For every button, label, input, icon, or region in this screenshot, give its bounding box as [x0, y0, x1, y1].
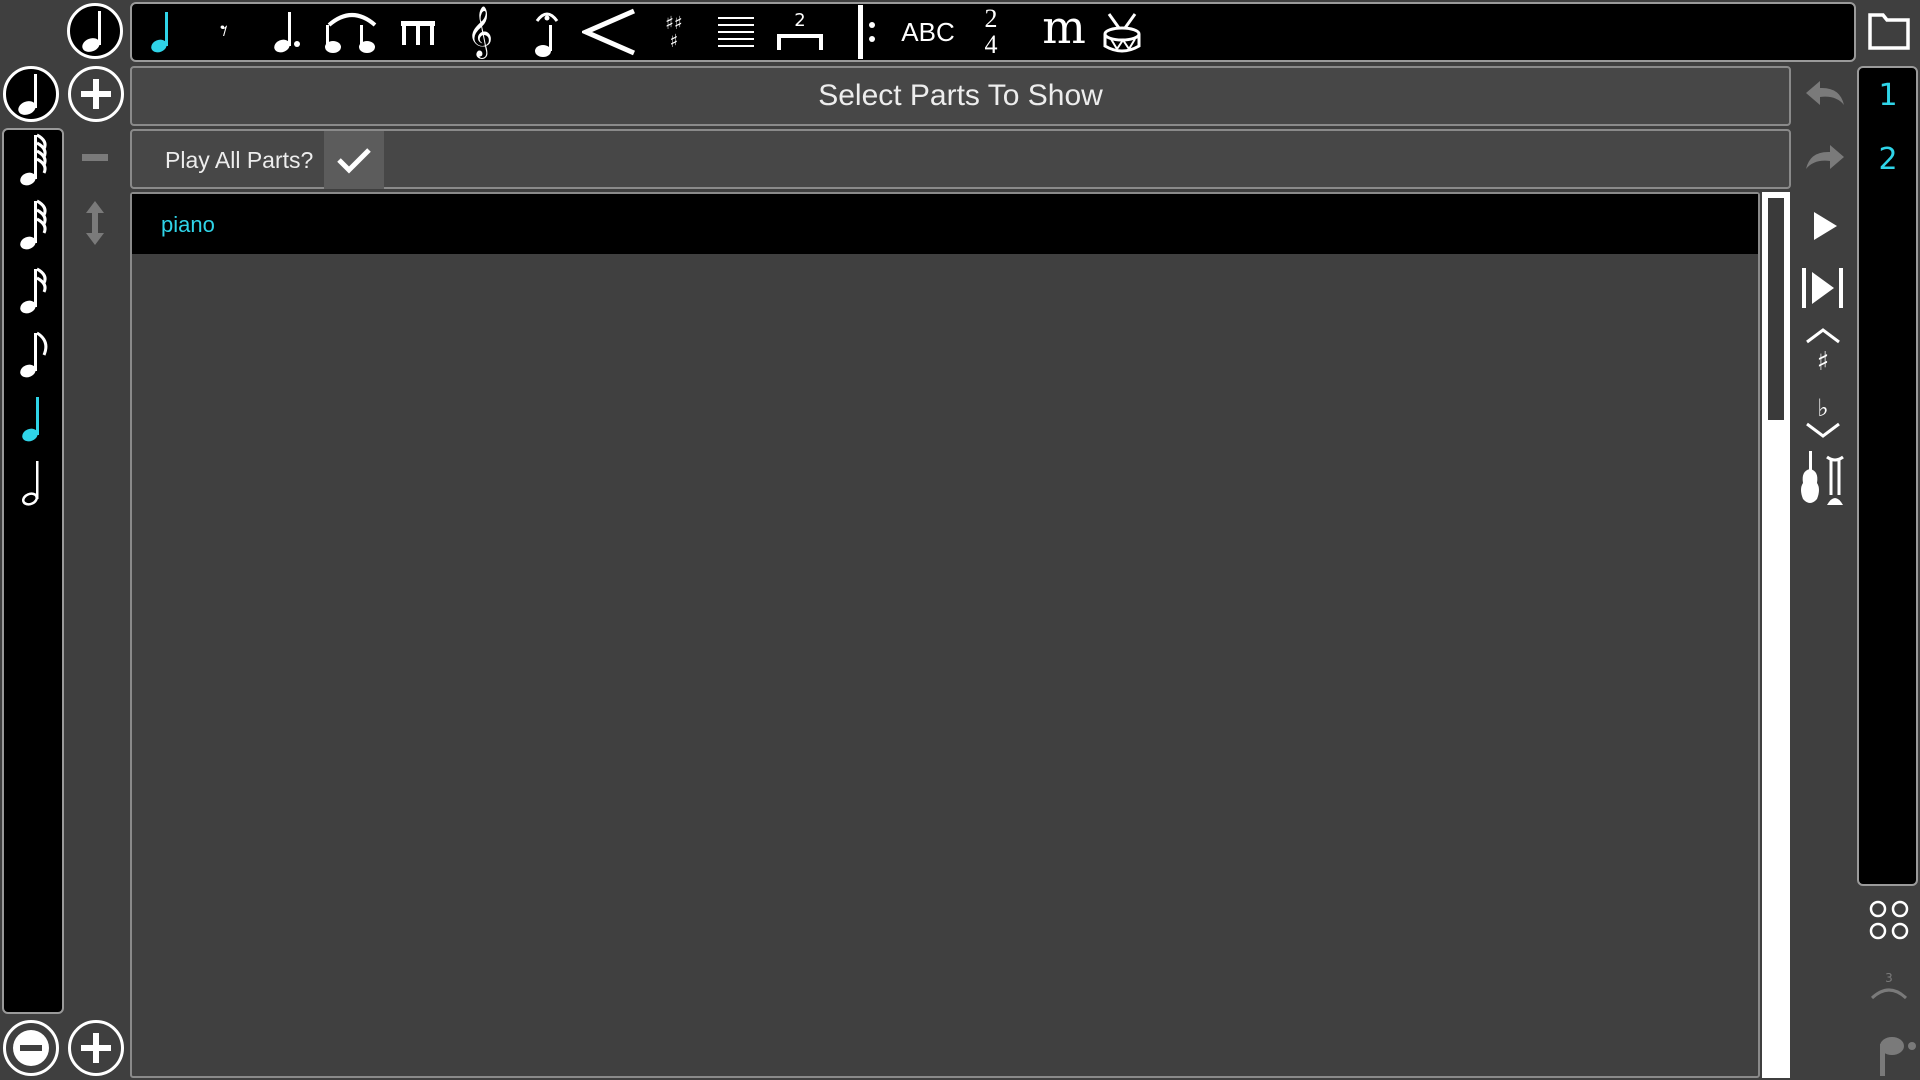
play-all-label: Play All Parts?: [165, 147, 314, 173]
dynamics-tool-button[interactable]: m: [1034, 2, 1094, 52]
open-file-button[interactable]: [1864, 6, 1914, 56]
key-signature-tool-icon[interactable]: ♯♯ ♯: [654, 6, 694, 60]
play-all-row: Play All Parts?: [130, 129, 1791, 189]
play-icon: [1814, 212, 1837, 240]
part-item-piano[interactable]: piano: [132, 194, 1758, 254]
zoom-out-button[interactable]: [3, 1020, 59, 1076]
thirty-second-note-icon[interactable]: [12, 196, 56, 252]
dotted-quarter-button[interactable]: [1874, 1028, 1920, 1078]
folder-icon: [1868, 13, 1910, 50]
play-from-start-button[interactable]: [1798, 264, 1848, 312]
selected-duration-button[interactable]: [3, 66, 59, 122]
dynamics-label: m: [1042, 0, 1086, 54]
redo-icon: [1806, 145, 1844, 169]
sixty-fourth-note-icon[interactable]: [12, 132, 56, 188]
current-duration-button[interactable]: [67, 3, 123, 59]
vertical-resize-icon[interactable]: [82, 200, 108, 246]
svg-text:♭: ♭: [1817, 394, 1828, 422]
page-number-label: 1: [1878, 78, 1898, 113]
part-name: piano: [161, 212, 215, 237]
quarter-note-tool-icon[interactable]: [142, 8, 182, 56]
slur-icon: [1870, 988, 1908, 1000]
sixteenth-note-icon[interactable]: [12, 260, 56, 316]
time-signature-tool[interactable]: 2 4: [976, 2, 1006, 62]
beam-tool-icon[interactable]: [396, 10, 440, 54]
triplet-label: 3: [1885, 971, 1893, 985]
page-number-1[interactable]: 1: [1860, 74, 1916, 118]
plus-icon: [81, 79, 111, 109]
repeat-barline-tool-icon[interactable]: [850, 4, 882, 60]
instruments-button[interactable]: [1796, 448, 1850, 508]
rest-tool-icon[interactable]: 𝄾: [206, 10, 242, 54]
tuplet-number: 2: [794, 10, 806, 31]
sharp-up-icon: ♯: [1806, 328, 1840, 374]
grid-view-button[interactable]: [1864, 896, 1914, 944]
skip-play-icon: [1802, 268, 1843, 308]
page-number-2[interactable]: 2: [1860, 138, 1916, 182]
checkmark-icon: [337, 148, 371, 174]
time-signature-bottom: 4: [984, 30, 998, 59]
transpose-down-button[interactable]: ♭: [1800, 390, 1846, 440]
undo-button[interactable]: [1800, 74, 1850, 114]
flat-down-icon: ♭: [1806, 394, 1840, 438]
undo-icon: [1806, 81, 1844, 105]
violin-trumpet-icon: [1801, 451, 1844, 505]
transpose-up-button[interactable]: ♯: [1800, 326, 1846, 376]
play-all-checkbox[interactable]: [324, 131, 384, 189]
half-note-icon[interactable]: [12, 452, 56, 508]
text-tool-button[interactable]: ABC: [896, 12, 960, 52]
zoom-in-button[interactable]: [68, 1020, 124, 1076]
hairpin-tool-icon[interactable]: [580, 6, 640, 58]
clef-tool-icon[interactable]: 𝄞: [460, 4, 500, 60]
eighth-note-icon[interactable]: [12, 324, 56, 380]
minus-icon[interactable]: [80, 148, 110, 168]
staff-lines-tool-icon[interactable]: [714, 12, 758, 52]
page-list: [1857, 66, 1918, 886]
time-signature-top: 2: [984, 4, 998, 33]
quarter-note-icon: [82, 11, 101, 52]
add-button[interactable]: [68, 66, 124, 122]
tuplet-tool-icon[interactable]: 2: [772, 4, 828, 60]
plus-icon: [81, 1033, 111, 1063]
tie-tool-icon[interactable]: [322, 6, 382, 58]
svg-text:♯: ♯: [1817, 347, 1830, 374]
play-button[interactable]: [1805, 204, 1845, 248]
text-tool-label: ABC: [901, 17, 955, 47]
drum-tool-icon[interactable]: [1098, 10, 1146, 56]
fermata-tool-icon[interactable]: [525, 6, 569, 60]
minus-circle-icon: [13, 1030, 49, 1066]
parts-list: piano: [130, 192, 1760, 1078]
quarter-note-palette-icon[interactable]: [12, 388, 56, 444]
triplet-button[interactable]: 3: [1864, 964, 1914, 1008]
four-circles-icon: [1869, 900, 1909, 940]
dialog-title: Select Parts To Show: [818, 79, 1103, 112]
page-number-label: 2: [1878, 142, 1898, 177]
redo-button[interactable]: [1800, 138, 1850, 178]
quarter-note-icon: [18, 74, 37, 115]
dotted-note-icon: [1880, 1037, 1916, 1076]
scrollbar[interactable]: [1762, 192, 1790, 1078]
scrollbar-thumb[interactable]: [1768, 198, 1784, 420]
dotted-note-tool-icon[interactable]: [268, 8, 308, 56]
dialog-header: Select Parts To Show: [130, 66, 1791, 126]
